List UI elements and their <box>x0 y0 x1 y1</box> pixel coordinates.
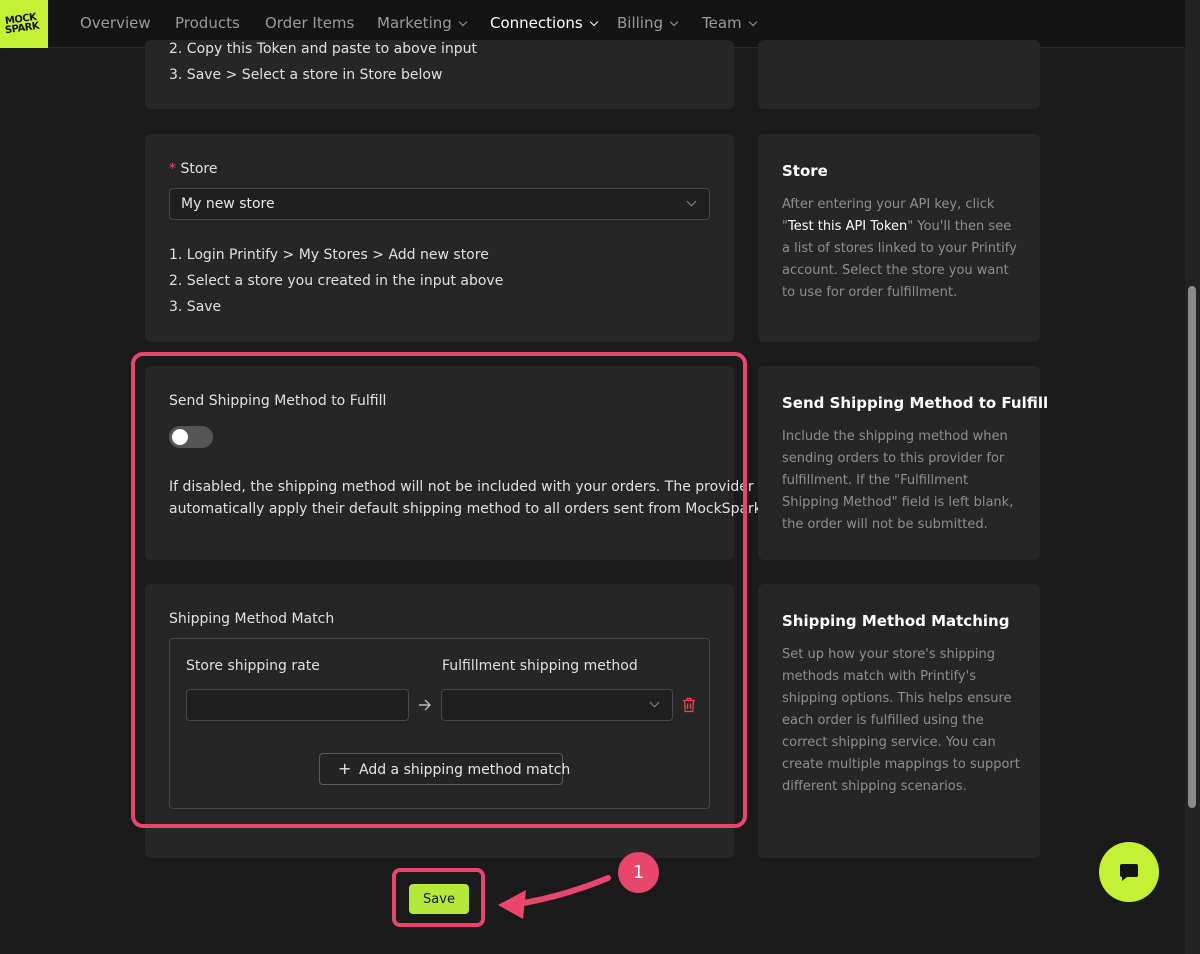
store-step-3: 3. Save <box>169 299 222 315</box>
annotation-arrow <box>498 875 611 919</box>
store-card <box>145 134 734 342</box>
annotation-highlight-box <box>131 352 747 828</box>
store-select[interactable]: My new store <box>169 188 710 220</box>
store-side-title: Store <box>782 162 828 180</box>
api-token-side-card <box>758 40 1040 109</box>
store-step-1: 1. Login Printify > My Stores > Add new … <box>169 247 489 263</box>
chevron-down-icon <box>686 196 697 207</box>
scrollbar-thumb[interactable] <box>1188 286 1196 808</box>
nav-overview[interactable]: Overview <box>80 0 151 47</box>
chevron-down-icon <box>748 17 757 27</box>
mockspark-logo[interactable]: MOCK SPARK <box>0 0 48 48</box>
chevron-down-icon <box>589 17 598 27</box>
store-step-2: 2. Select a store you created in the inp… <box>169 273 504 289</box>
chat-launcher-button[interactable] <box>1099 842 1159 902</box>
chevron-down-icon <box>458 17 468 27</box>
shipping-match-side-text: Set up how your store's shipping methods… <box>782 647 1020 794</box>
save-button[interactable]: Save <box>409 884 469 914</box>
chevron-down-icon <box>669 17 679 27</box>
send-shipping-side-title: Send Shipping Method to Fulfill <box>782 394 1049 412</box>
chat-bubble-icon <box>1120 864 1138 881</box>
store-label: * Store <box>169 161 218 177</box>
shipping-match-side-title: Shipping Method Matching <box>782 612 1010 630</box>
token-step-3: 3. Save > Select a store in Store below <box>169 67 443 83</box>
token-step-2: 2. Copy this Token and paste to above in… <box>169 41 478 57</box>
annotation-step-badge: 1 <box>618 852 659 893</box>
store-side-text: After entering your API key, click "Test… <box>782 197 1017 300</box>
send-shipping-side-text: Include the shipping method when sending… <box>782 429 1014 532</box>
